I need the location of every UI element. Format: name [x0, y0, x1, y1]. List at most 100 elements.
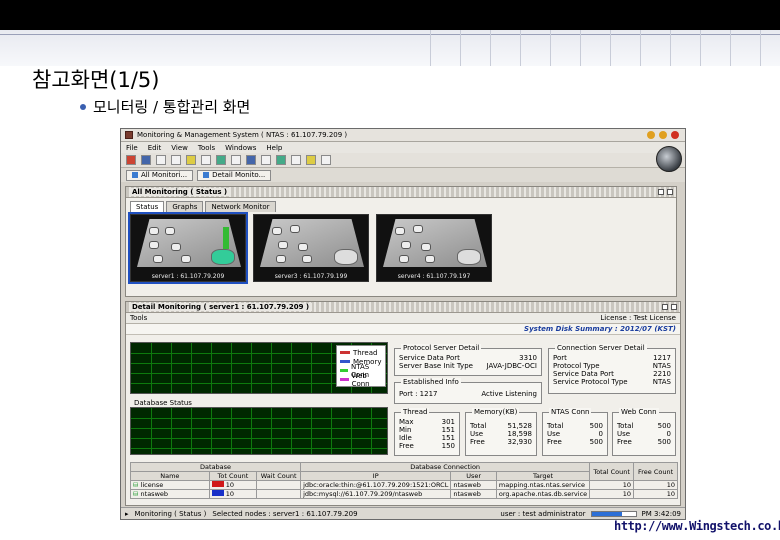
server-thumbnail-label: server4 : 61.107.79.197 — [397, 273, 471, 280]
table-cell-text: ntasweb — [140, 490, 169, 498]
column-header[interactable]: Tot Count — [208, 471, 258, 481]
field-label: Protocol Type — [553, 362, 600, 370]
stop-icon[interactable] — [126, 155, 136, 165]
database-icon[interactable] — [276, 155, 286, 165]
folder-icon[interactable] — [186, 155, 196, 165]
thread-title: Thread — [401, 408, 430, 416]
company-url[interactable]: http://www.Wingstech.co.kr — [614, 519, 780, 533]
database-group-header: Database — [129, 462, 302, 472]
system-summary-label: System Disk Summary : 2012/07 (KST) — [524, 325, 676, 333]
print-icon[interactable] — [321, 155, 331, 165]
tab-network-monitor[interactable]: Network Monitor — [205, 201, 276, 212]
menu-tools[interactable]: Tools — [198, 144, 215, 152]
field-label: Total — [617, 422, 634, 430]
table-cell: 10 — [589, 489, 635, 499]
table-row[interactable]: ⛁ ntasweb 10 jdbc:mysql://61.107.79.209/… — [130, 489, 678, 499]
field-label: Free — [399, 442, 414, 450]
database-graph-title: Database Status — [134, 399, 192, 407]
panel-float-icon[interactable] — [662, 304, 668, 310]
all-monitoring-header: All Monitoring ( Status ) — [126, 187, 676, 198]
tools-menu[interactable]: Tools — [130, 314, 147, 322]
field-value: 18,598 — [507, 430, 533, 438]
slide-title: 참고화면(1/5) — [32, 68, 160, 92]
window-titlebar[interactable]: Monitoring & Management System ( NTAS : … — [121, 129, 685, 142]
menu-help[interactable]: Help — [266, 144, 282, 152]
column-header[interactable]: Name — [130, 471, 210, 481]
settings-icon[interactable] — [231, 155, 241, 165]
menu-windows[interactable]: Windows — [225, 144, 256, 152]
field-value: 500 — [657, 422, 671, 430]
maximize-icon[interactable] — [659, 131, 667, 139]
database-table: Database Database Connection Total Count… — [129, 462, 678, 499]
status-view: Monitoring ( Status ) — [134, 509, 207, 518]
chart-icon[interactable] — [261, 155, 271, 165]
delete-icon[interactable] — [156, 155, 166, 165]
status-bar: ▸ Monitoring ( Status ) Selected nodes :… — [121, 507, 685, 519]
log-icon[interactable] — [306, 155, 316, 165]
main-toolbar — [121, 153, 685, 168]
field-value: 0 — [666, 430, 671, 438]
app-window: Monitoring & Management System ( NTAS : … — [120, 128, 686, 520]
refresh-icon[interactable] — [201, 155, 211, 165]
minimize-icon[interactable] — [647, 131, 655, 139]
column-header[interactable]: Total Count — [589, 462, 635, 481]
table-cell — [256, 489, 302, 499]
status-monitor-icon: ▸ — [125, 509, 129, 518]
server-icon[interactable] — [246, 155, 256, 165]
table-row[interactable]: ⛁ license 10 jdbc:oracle:thin:@61.107.79… — [130, 480, 678, 490]
menu-view[interactable]: View — [171, 144, 188, 152]
panel-float-icon[interactable] — [658, 189, 664, 195]
listen-port: Port : 1217 — [399, 390, 438, 398]
table-cell: 10 — [633, 480, 678, 490]
tab-all-monitoring-label: All Monitori... — [141, 171, 188, 179]
graph-legend: Thread Memory NTAS Conn Web Conn — [336, 345, 386, 388]
server-thumbnail-label: server1 : 61.107.79.209 — [151, 273, 225, 280]
table-cell-name: ⛁ license — [130, 480, 210, 490]
field-label: Idle — [399, 434, 412, 442]
tab-status[interactable]: Status — [130, 201, 165, 212]
ntas-conn-title: NTAS Conn — [549, 408, 592, 416]
close-icon[interactable] — [671, 131, 679, 139]
menu-edit[interactable]: Edit — [148, 144, 162, 152]
thread-box: Thread Max 301 Min 151 Idle 151 Free 150 — [394, 408, 460, 456]
field-value: 32,930 — [507, 438, 533, 446]
database-icon — [334, 249, 358, 265]
legend-swatch — [340, 378, 349, 381]
server-thumbnail[interactable]: server1 : 61.107.79.209 — [128, 212, 248, 284]
tab-graphs[interactable]: Graphs — [166, 201, 204, 212]
bullet-icon — [80, 103, 86, 110]
database-icon — [457, 249, 481, 265]
table-cell-text: license — [140, 481, 164, 489]
tab-all-monitoring[interactable]: All Monitori... — [126, 169, 194, 181]
connection-group-header: Database Connection — [300, 462, 591, 472]
document-icon[interactable] — [171, 155, 181, 165]
table-cell: ntasweb — [450, 489, 497, 499]
column-header[interactable]: IP — [300, 471, 452, 481]
column-header[interactable]: Target — [495, 471, 591, 481]
database-status-icon: ⛁ — [133, 490, 139, 498]
field-label: Total — [470, 422, 487, 430]
established-info-box: Established Info Port : 1217 Active Liste… — [394, 378, 542, 404]
listen-status: Active Listening — [481, 390, 537, 398]
column-header[interactable]: Free Count — [633, 462, 678, 481]
detail-monitoring-panel: Detail Monitoring ( server1 : 61.107.79.… — [125, 301, 681, 506]
monitor-icon[interactable] — [216, 155, 226, 165]
panel-maximize-icon[interactable] — [671, 304, 677, 310]
field-label: Max — [399, 418, 414, 426]
tab-detail-monitoring[interactable]: Detail Monito... — [197, 169, 272, 181]
menu-file[interactable]: File — [126, 144, 138, 152]
column-header[interactable]: User — [450, 471, 497, 481]
connect-icon[interactable] — [141, 155, 151, 165]
user-icon[interactable] — [291, 155, 301, 165]
license-label: License : Test License — [600, 314, 676, 322]
server-thumbnail[interactable]: server3 : 61.107.79.199 — [253, 214, 369, 282]
field-value: NTAS — [652, 362, 671, 370]
progress-fill — [591, 511, 623, 516]
database-icon — [211, 249, 235, 265]
column-header[interactable]: Wait Count — [256, 471, 302, 481]
detail-tab-icon — [203, 172, 210, 178]
panel-maximize-icon[interactable] — [667, 189, 673, 195]
server-thumbnail[interactable]: server4 : 61.107.79.197 — [376, 214, 492, 282]
field-label: Port — [553, 354, 567, 362]
slide-bullet-text: 모니터링 / 통합관리 화면 — [93, 98, 251, 116]
